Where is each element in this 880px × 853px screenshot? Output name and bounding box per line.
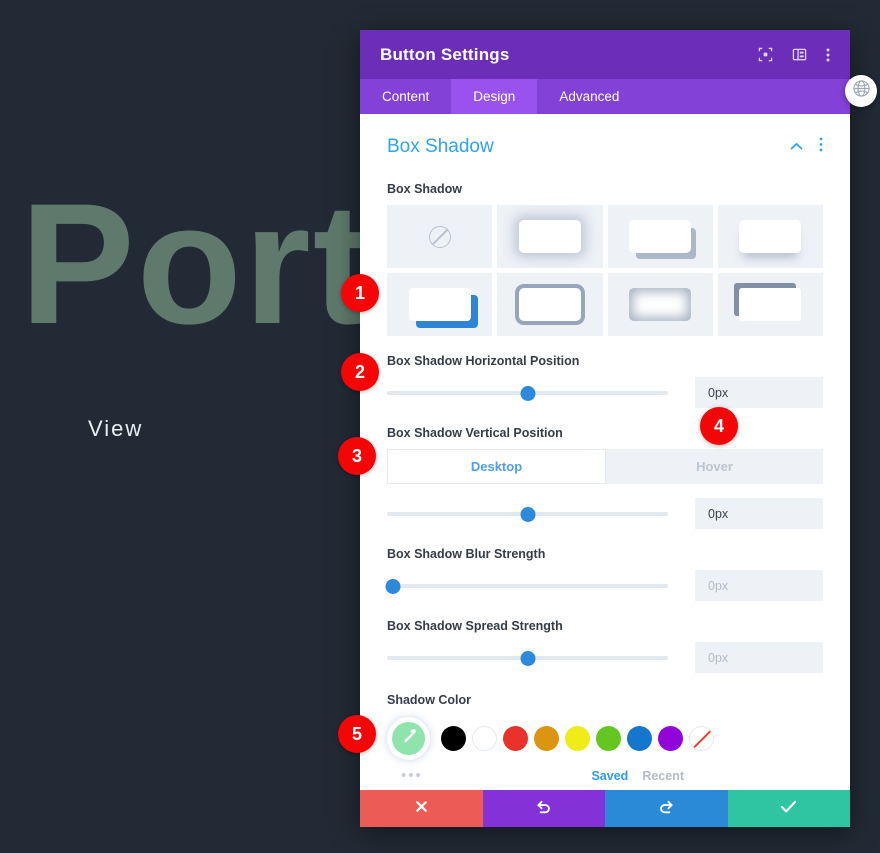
swatch-white[interactable] — [472, 726, 497, 751]
close-icon — [414, 799, 429, 819]
color-picker-button[interactable] — [387, 717, 430, 760]
color-tab-recent[interactable]: Recent — [642, 769, 684, 783]
slider-knob[interactable] — [520, 506, 535, 522]
preset-soft-drop[interactable] — [717, 205, 823, 268]
blur-strength-label: Box Shadow Blur Strength — [387, 547, 546, 561]
spread-strength-row: 0px — [387, 642, 823, 673]
swatch-yellow[interactable] — [565, 726, 590, 751]
color-tab-saved[interactable]: Saved — [591, 769, 628, 783]
annotation-badge-3: 3 — [338, 437, 376, 475]
preset-outer-glow[interactable] — [497, 205, 603, 268]
slider-knob[interactable] — [385, 578, 401, 594]
vertical-position-label: Box Shadow Vertical Position — [387, 426, 563, 440]
modal-tabs: Content Design Advanced — [360, 79, 850, 114]
layout-icon[interactable] — [792, 47, 807, 62]
more-colors-icon[interactable]: ••• — [387, 767, 423, 784]
no-shadow-icon — [428, 225, 451, 248]
undo-button[interactable] — [482, 790, 605, 827]
horizontal-position-row: 0px — [387, 377, 823, 408]
slider-knob[interactable] — [520, 650, 535, 666]
shadow-color-label: Shadow Color — [387, 693, 472, 707]
shadow-color-swatches — [387, 717, 823, 760]
tab-content[interactable]: Content — [360, 79, 451, 114]
swatch-green[interactable] — [596, 726, 621, 751]
modal-header: Button Settings — [360, 30, 850, 79]
annotation-badge-1: 1 — [341, 274, 379, 312]
horizontal-position-input[interactable]: 0px — [695, 377, 823, 408]
preset-bottom-right-blue[interactable] — [387, 273, 493, 336]
checkmark-icon — [780, 799, 797, 819]
modal-title: Button Settings — [380, 44, 510, 64]
swatch-none[interactable] — [689, 726, 714, 751]
modal-body: Box Shadow Box Shadow Box Shadow Horizon… — [360, 114, 850, 790]
horizontal-position-slider[interactable] — [387, 382, 668, 404]
focus-icon[interactable] — [758, 47, 773, 62]
page-heading: Port — [20, 168, 372, 360]
preset-corner-shadow[interactable] — [717, 273, 823, 336]
device-state-toggle: Desktop Hover — [387, 449, 823, 484]
swatch-purple[interactable] — [658, 726, 683, 751]
preset-hard-offset[interactable] — [607, 205, 713, 268]
globe-icon — [852, 79, 871, 103]
preset-inner-shadow[interactable] — [607, 273, 713, 336]
spread-strength-input[interactable]: 0px — [695, 642, 823, 673]
box-shadow-preset-grid — [387, 205, 823, 336]
slider-knob[interactable] — [520, 385, 535, 401]
color-tab-group: Saved Recent — [591, 769, 823, 783]
box-shadow-label: Box Shadow — [387, 182, 463, 196]
globe-button[interactable] — [845, 75, 877, 107]
redo-button[interactable] — [605, 790, 728, 827]
more-vertical-icon[interactable] — [826, 47, 830, 63]
preset-none[interactable] — [387, 205, 493, 268]
modal-footer — [360, 790, 850, 827]
spread-strength-label: Box Shadow Spread Strength — [387, 619, 563, 633]
tab-advanced[interactable]: Advanced — [537, 79, 641, 114]
horizontal-position-label: Box Shadow Horizontal Position — [387, 354, 580, 368]
swatch-blue[interactable] — [627, 726, 652, 751]
preset-outline-ring[interactable] — [497, 273, 603, 336]
swatch-black[interactable] — [441, 726, 466, 751]
tab-design[interactable]: Design — [451, 79, 538, 114]
annotation-badge-4: 4 — [700, 407, 738, 445]
save-button[interactable] — [727, 790, 850, 827]
header-icon-group — [758, 47, 830, 63]
state-hover-button[interactable]: Hover — [606, 449, 823, 484]
state-desktop-button[interactable]: Desktop — [387, 449, 606, 484]
blur-strength-input[interactable]: 0px — [695, 570, 823, 601]
section-controls — [790, 137, 823, 157]
redo-icon — [658, 798, 675, 820]
spread-strength-slider[interactable] — [387, 647, 668, 669]
shadow-color-footer: ••• Saved Recent — [387, 767, 823, 784]
swatch-red[interactable] — [503, 726, 528, 751]
vertical-position-slider[interactable] — [387, 503, 668, 525]
section-title: Box Shadow — [387, 136, 494, 157]
blur-strength-row: 0px — [385, 570, 823, 601]
box-shadow-section-header: Box Shadow — [387, 114, 823, 164]
button-settings-modal: Button Settings Content Design Advanced … — [360, 30, 850, 827]
blur-strength-slider[interactable] — [385, 575, 668, 597]
eyedropper-icon — [401, 728, 416, 749]
annotation-badge-5: 5 — [338, 715, 376, 753]
chevron-up-icon[interactable] — [790, 138, 803, 156]
cancel-button[interactable] — [360, 790, 483, 827]
undo-icon — [535, 798, 552, 820]
view-link[interactable]: View — [88, 416, 143, 442]
swatch-orange[interactable] — [534, 726, 559, 751]
section-more-vertical-icon[interactable] — [819, 137, 823, 157]
vertical-position-input[interactable]: 0px — [695, 498, 823, 529]
annotation-badge-2: 2 — [341, 353, 379, 391]
vertical-position-row: 0px — [387, 498, 823, 529]
